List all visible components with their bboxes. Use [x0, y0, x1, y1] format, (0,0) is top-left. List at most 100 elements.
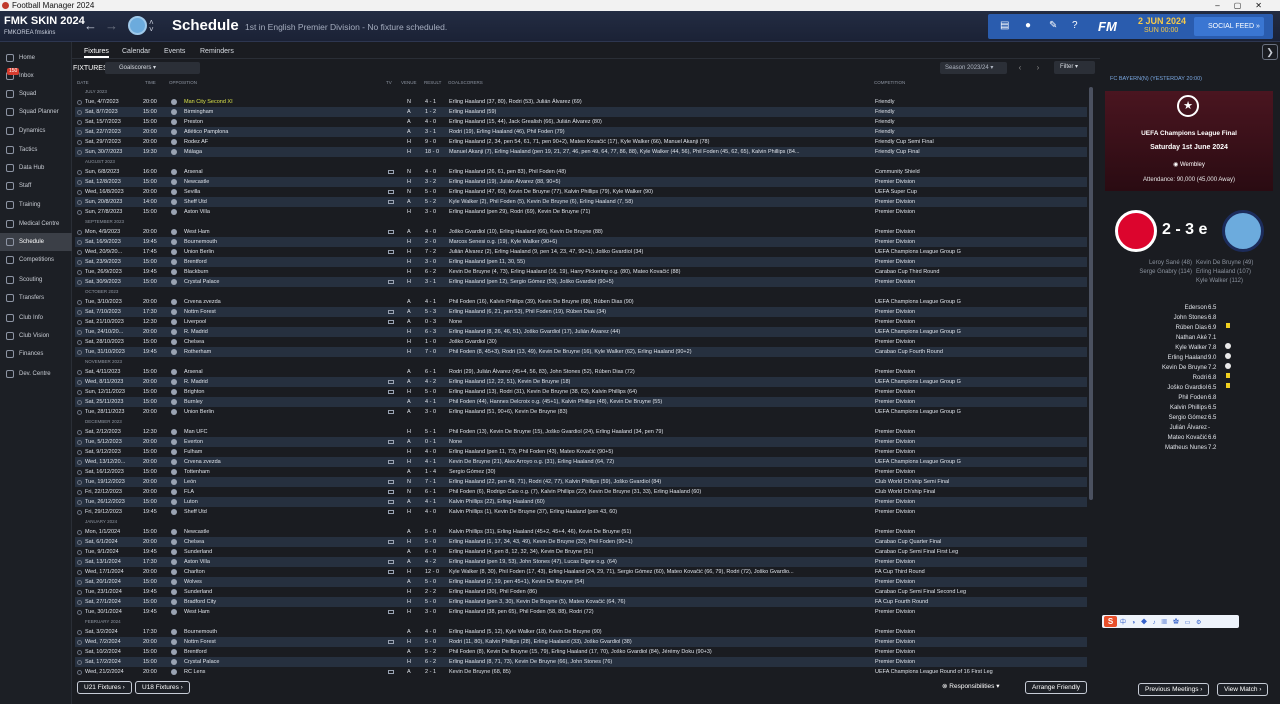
fixture-row[interactable]: Sun, 30/7/2023 19:30 Málaga H 18 - 0 Manuel A…	[75, 147, 1087, 157]
rating-row[interactable]: Kalvin Phillips 6.5	[1110, 403, 1270, 413]
tab-reminders[interactable]: Reminders	[200, 48, 234, 55]
fixture-opposition[interactable]: Bournemouth	[184, 237, 344, 247]
sidebar-item-transfers[interactable]: Transfers	[0, 289, 72, 307]
fixture-row[interactable]: Wed, 17/1/2024 20:00 Charlton H 12 - 0 Kyle W…	[75, 567, 1087, 577]
col-result[interactable]: RESULT	[424, 80, 441, 85]
rating-row[interactable]: Sergio Gómez 6.5	[1110, 413, 1270, 423]
radio-icon[interactable]	[77, 510, 82, 515]
fixture-opposition[interactable]: FLA	[184, 487, 344, 497]
forward-arrow-icon[interactable]: →	[105, 18, 118, 33]
fixture-row[interactable]: Tue, 28/11/2023 20:00 Union Berlin A 3 - 0 Er…	[75, 407, 1087, 417]
sidebar-item-competitions[interactable]: Competitions	[0, 251, 72, 269]
fixture-opposition[interactable]: Atlético Pamplona	[184, 127, 344, 137]
radio-icon[interactable]	[77, 200, 82, 205]
sidebar-item-dev-centre[interactable]: Dev. Centre	[0, 365, 72, 383]
radio-icon[interactable]	[77, 260, 82, 265]
fixture-opposition[interactable]: Crystal Palace	[184, 657, 344, 667]
fixture-row[interactable]: Tue, 3/10/2023 20:00 Crvena zvezda A 4 - 1 Ph…	[75, 297, 1087, 307]
fixture-row[interactable]: Sat, 6/1/2024 20:00 Chelsea H 5 - 0 Erling Ha…	[75, 537, 1087, 547]
fixture-row[interactable]: Mon, 1/1/2024 15:00 Newcastle A 5 - 0 Kalvin …	[75, 527, 1087, 537]
fixture-row[interactable]: Sat, 16/9/2023 19:45 Bournemouth H 2 - 0 Marc…	[75, 237, 1087, 247]
radio-icon[interactable]	[77, 430, 82, 435]
fixture-opposition[interactable]: Arsenal	[184, 167, 344, 177]
fixture-opposition[interactable]: Arsenal	[184, 367, 344, 377]
player-name[interactable]: John Stones	[1174, 313, 1207, 323]
season-selector[interactable]: Season 2023/24 ▾	[940, 62, 1007, 74]
fixture-opposition[interactable]: Fulham	[184, 447, 344, 457]
radio-icon[interactable]	[77, 350, 82, 355]
fixture-row[interactable]: Sat, 21/10/2023 12:30 Liverpool A 0 - 3 None P…	[75, 317, 1087, 327]
fixture-opposition[interactable]: R. Madrid	[184, 327, 344, 337]
radio-icon[interactable]	[77, 330, 82, 335]
fixture-opposition[interactable]: Everton	[184, 437, 344, 447]
rating-row[interactable]: John Stones 6.8	[1110, 313, 1270, 323]
rating-row[interactable]: Julián Álvarez -	[1110, 423, 1270, 433]
fixture-opposition[interactable]: Brentford	[184, 647, 344, 657]
radio-icon[interactable]	[77, 610, 82, 615]
fixture-opposition[interactable]: RC Lens	[184, 667, 344, 677]
sidebar-item-dynamics[interactable]: Dynamics	[0, 122, 72, 140]
fixture-row[interactable]: Sat, 3/2/2024 17:30 Bournemouth A 4 - 0 Erlin…	[75, 627, 1087, 637]
fixture-row[interactable]: Sat, 8/7/2023 15:00 Birmingham A 1 - 2 Erling…	[75, 107, 1087, 117]
radio-icon[interactable]	[77, 130, 82, 135]
tab-events[interactable]: Events	[164, 48, 185, 55]
rating-row[interactable]: Rodri 6.8	[1110, 373, 1270, 383]
fixture-row[interactable]: Fri, 22/12/2023 20:00 FLA N 6 - 1 Phil Foden …	[75, 487, 1087, 497]
fixture-opposition[interactable]: West Ham	[184, 607, 344, 617]
player-name[interactable]: Matheus Nunes	[1165, 443, 1207, 453]
filter-button[interactable]: Filter ▾	[1054, 61, 1095, 74]
help-icon[interactable]: ?	[1072, 20, 1078, 31]
fixture-opposition[interactable]: West Ham	[184, 227, 344, 237]
rating-row[interactable]: Phil Foden 6.8	[1110, 393, 1270, 403]
tab-fixtures[interactable]: Fixtures	[84, 48, 109, 58]
fixture-opposition[interactable]: León	[184, 477, 344, 487]
col-time[interactable]: TIME	[145, 80, 156, 85]
fixture-opposition[interactable]: Crvena zvezda	[184, 457, 344, 467]
player-name[interactable]: Ederson	[1185, 303, 1207, 313]
radio-icon[interactable]	[77, 400, 82, 405]
u18-fixtures-button[interactable]: U18 Fixtures ›	[135, 681, 190, 694]
sidebar-item-schedule[interactable]: Schedule	[0, 233, 72, 251]
fixture-row[interactable]: Sat, 20/1/2024 15:00 Wolves A 5 - 0 Erling Ha…	[75, 577, 1087, 587]
rating-row[interactable]: Joško Gvardiol 6.5	[1110, 383, 1270, 393]
radio-icon[interactable]	[77, 670, 82, 675]
notebook-icon[interactable]: ▤	[1000, 20, 1009, 31]
fixture-opposition[interactable]: Crvena zvezda	[184, 297, 344, 307]
player-name[interactable]: Kevin De Bruyne	[1162, 363, 1207, 373]
back-arrow-icon[interactable]: ←	[84, 18, 97, 33]
radio-icon[interactable]	[77, 530, 82, 535]
fixture-row[interactable]: Wed, 16/8/2023 20:00 Sevilla N 5 - 0 Erling H…	[75, 187, 1087, 197]
fm-logo[interactable]: FM	[1098, 19, 1117, 34]
fixture-row[interactable]: Sat, 17/2/2024 15:00 Crystal Palace H 6 - 2 E…	[75, 657, 1087, 667]
col-date[interactable]: DATE	[77, 80, 89, 85]
fixture-row[interactable]: Tue, 31/10/2023 19:45 Rotherham H 7 - 0 Phil …	[75, 347, 1087, 357]
fixture-opposition[interactable]: Luton	[184, 497, 344, 507]
tab-calendar[interactable]: Calendar	[122, 48, 150, 55]
fixture-opposition[interactable]: Tottenham	[184, 467, 344, 477]
radio-icon[interactable]	[77, 270, 82, 275]
fixture-opposition[interactable]: Nottm Forest	[184, 307, 344, 317]
fixture-row[interactable]: Sat, 23/9/2023 15:00 Brentford H 3 - 0 Erling…	[75, 257, 1087, 267]
fixture-opposition[interactable]: Burnley	[184, 397, 344, 407]
previous-meetings-button[interactable]: Previous Meetings ›	[1138, 683, 1210, 696]
fixture-row[interactable]: Sun, 12/11/2023 15:00 Brighton H 5 - 0 Erling…	[75, 387, 1087, 397]
last-match-title[interactable]: FC BAYERN(N) (YESTERDAY 20:00)	[1110, 76, 1202, 82]
radio-icon[interactable]	[77, 650, 82, 655]
radio-icon[interactable]	[77, 140, 82, 145]
radio-icon[interactable]	[77, 150, 82, 155]
view-match-button[interactable]: View Match ›	[1217, 683, 1269, 696]
tools-icon[interactable]: ✎	[1049, 20, 1057, 31]
sidebar-item-home[interactable]: Home	[0, 49, 72, 67]
sidebar-item-data-hub[interactable]: Data Hub	[0, 159, 72, 177]
radio-icon[interactable]	[77, 570, 82, 575]
fixture-row[interactable]: Sat, 2/12/2023 12:30 Man UFC H 5 - 1 Phil Fod…	[75, 427, 1087, 437]
radio-icon[interactable]	[77, 460, 82, 465]
radio-icon[interactable]	[77, 240, 82, 245]
radio-icon[interactable]	[77, 250, 82, 255]
radio-icon[interactable]	[77, 190, 82, 195]
u21-fixtures-button[interactable]: U21 Fixtures ›	[77, 681, 132, 694]
fixture-opposition[interactable]: Man UFC	[184, 427, 344, 437]
social-feed-button[interactable]: SOCIAL FEED »	[1194, 17, 1264, 36]
radio-icon[interactable]	[77, 480, 82, 485]
col-tv[interactable]: TV	[386, 80, 392, 85]
